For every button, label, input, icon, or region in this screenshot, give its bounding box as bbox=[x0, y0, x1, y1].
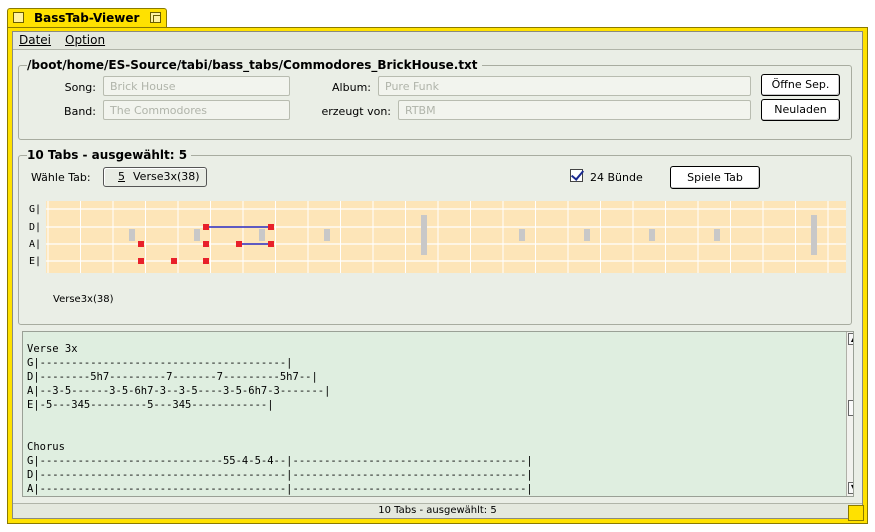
scroll-down-icon[interactable]: ▼ bbox=[848, 482, 853, 494]
fret-marker bbox=[714, 229, 720, 241]
note-marker bbox=[203, 224, 209, 230]
reload-button[interactable]: Neuladen bbox=[761, 99, 840, 121]
fret-marker bbox=[649, 229, 655, 241]
string-label-g: G| bbox=[29, 204, 42, 215]
menu-datei[interactable]: Datei bbox=[19, 33, 51, 47]
band-label: Band: bbox=[64, 105, 96, 118]
fret-marker bbox=[259, 229, 265, 241]
fretboard bbox=[46, 201, 846, 273]
tab-selector-number: 5 bbox=[118, 170, 125, 183]
fret-marker bbox=[421, 215, 427, 255]
band-field[interactable]: The Commodores bbox=[103, 100, 290, 120]
fret-marker bbox=[584, 229, 590, 241]
note-marker bbox=[268, 241, 274, 247]
tab-text: Verse 3x G|-----------------------------… bbox=[27, 343, 533, 495]
fret-marker bbox=[519, 229, 525, 241]
tab-selector-value: Verse3x(38) bbox=[133, 170, 200, 183]
menu-bar: Datei Option bbox=[13, 32, 862, 50]
note-marker bbox=[203, 241, 209, 247]
fret-marker bbox=[324, 229, 330, 241]
scroll-thumb[interactable] bbox=[848, 400, 853, 416]
open-separate-button[interactable]: Öffne Sep. bbox=[761, 74, 840, 96]
fret-marker bbox=[194, 229, 200, 241]
fret-marker bbox=[129, 229, 135, 241]
window-tab[interactable]: BassTab-Viewer bbox=[7, 8, 167, 28]
note-marker bbox=[268, 224, 274, 230]
song-field[interactable]: Brick House bbox=[103, 76, 290, 96]
play-tab-button[interactable]: Spiele Tab bbox=[670, 166, 760, 189]
note-marker bbox=[138, 241, 144, 247]
string-label-e: E| bbox=[29, 256, 42, 267]
menu-option[interactable]: Option bbox=[65, 33, 105, 47]
resize-handle-icon[interactable] bbox=[848, 505, 864, 521]
tab-caption: Verse3x(38) bbox=[53, 294, 114, 305]
status-bar: 10 Tabs - ausgewählt: 5 bbox=[13, 503, 862, 518]
vertical-scrollbar[interactable]: ▲ ▼ bbox=[846, 332, 853, 496]
file-path: /boot/home/ES-Source/tabi/bass_tabs/Comm… bbox=[27, 58, 482, 72]
string-label-a: A| bbox=[29, 239, 42, 250]
tabs-header: 10 Tabs - ausgewählt: 5 bbox=[27, 148, 192, 162]
album-field[interactable]: Pure Funk bbox=[378, 76, 751, 96]
note-marker bbox=[236, 241, 242, 247]
frets-checkbox[interactable] bbox=[570, 169, 583, 182]
note-marker bbox=[203, 258, 209, 264]
fret-marker bbox=[811, 215, 817, 255]
window-title: BassTab-Viewer bbox=[34, 11, 140, 25]
window-body: Datei Option /boot/home/ES-Source/tabi/b… bbox=[12, 31, 863, 519]
zoom-icon[interactable] bbox=[13, 12, 24, 23]
close-icon[interactable] bbox=[150, 12, 161, 23]
tab-text-area[interactable]: Verse 3x G|-----------------------------… bbox=[22, 331, 854, 497]
choose-tab-label: Wähle Tab: bbox=[31, 171, 91, 184]
frets-label: 24 Bünde bbox=[590, 171, 643, 184]
note-marker bbox=[138, 258, 144, 264]
creator-label: erzeugt von: bbox=[321, 105, 391, 118]
album-label: Album: bbox=[332, 81, 371, 94]
scroll-up-icon[interactable]: ▲ bbox=[848, 333, 853, 345]
string-label-d: D| bbox=[29, 222, 42, 233]
song-label: Song: bbox=[64, 81, 96, 94]
tab-selector[interactable]: 5 Verse3x(38) bbox=[103, 167, 207, 187]
creator-field[interactable]: RTBM bbox=[398, 100, 751, 120]
note-marker bbox=[171, 258, 177, 264]
